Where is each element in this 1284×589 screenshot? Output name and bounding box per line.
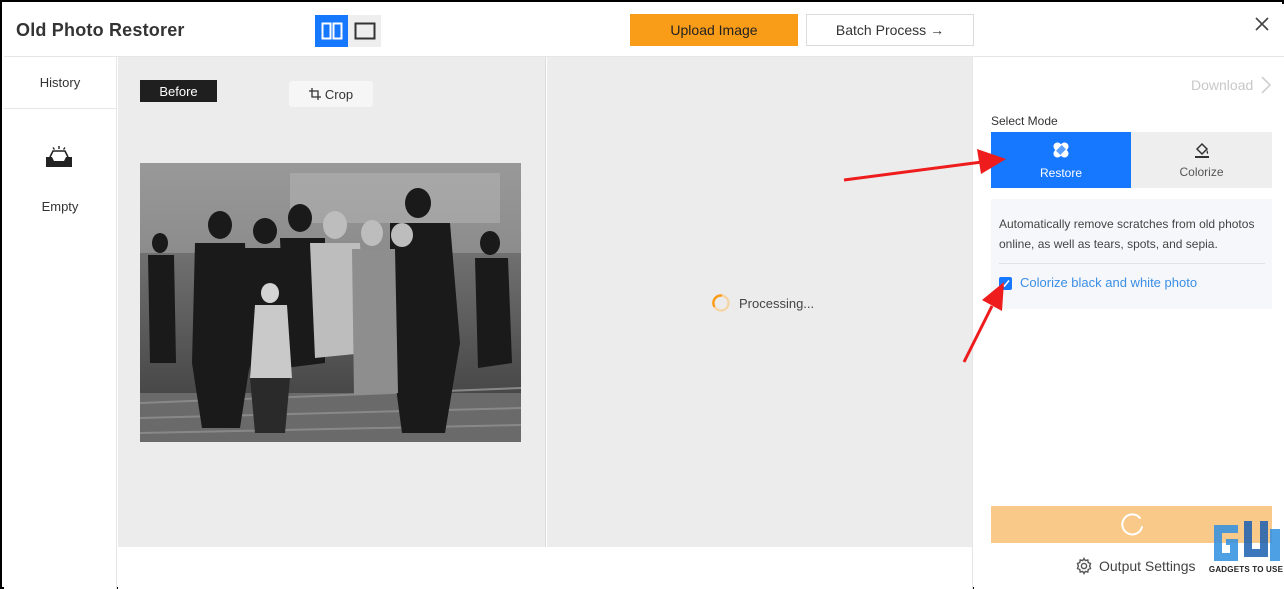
before-tag: Before — [140, 80, 217, 102]
mode-description-box: Automatically remove scratches from old … — [991, 199, 1272, 309]
photo-image — [140, 163, 521, 442]
close-button[interactable] — [1250, 12, 1274, 36]
output-settings-button[interactable]: Output Settings — [1075, 557, 1196, 575]
gear-icon — [1076, 557, 1092, 575]
split-view-icon — [321, 22, 342, 40]
divider — [999, 263, 1265, 264]
output-settings-label: Output Settings — [1099, 558, 1196, 574]
view-toggle — [315, 15, 381, 47]
app-title: Old Photo Restorer — [16, 20, 185, 40]
before-panel: Before Crop — [118, 57, 546, 547]
mode-restore-label: Restore — [1039, 166, 1083, 180]
empty-tray-icon — [46, 146, 72, 167]
mode-colorize-label: Colorize — [1179, 165, 1224, 179]
download-link[interactable]: Download — [1191, 77, 1253, 93]
history-sidebar: History Empty — [4, 57, 117, 589]
split-view-button[interactable] — [315, 15, 348, 47]
colorize-checkbox[interactable] — [999, 277, 1012, 290]
chevron-right-icon — [1261, 76, 1272, 94]
loading-spinner-icon — [712, 294, 730, 312]
close-icon — [1255, 17, 1269, 31]
checkmark-icon — [1001, 280, 1010, 288]
original-photo — [140, 163, 521, 442]
batch-process-button[interactable]: Batch Process → — [806, 14, 974, 46]
app-frame: Old Photo Restorer Upload Image Batch Pr… — [0, 0, 1284, 589]
processing-label: Processing... — [739, 295, 815, 311]
history-tab[interactable]: History — [4, 57, 116, 109]
watermark-text: GADGETS TO USE — [1208, 565, 1284, 574]
paint-bucket-icon — [1194, 142, 1209, 158]
header: Old Photo Restorer Upload Image Batch Pr… — [4, 4, 1284, 57]
mode-colorize-button[interactable]: Colorize — [1131, 132, 1272, 188]
loading-spinner-icon — [1120, 512, 1143, 535]
crop-icon — [308, 88, 321, 100]
watermark-logo: GADGETS TO USE — [1208, 519, 1284, 577]
gadgets-to-use-logo — [1214, 521, 1280, 561]
single-view-icon — [354, 22, 375, 40]
crop-label: Crop — [324, 86, 354, 102]
empty-label: Empty — [41, 199, 79, 214]
colorize-checkbox-label[interactable]: Colorize black and white photo — [1020, 275, 1197, 290]
crop-button[interactable]: Crop — [289, 81, 373, 107]
settings-panel: Download Select Mode Restore Colorize Au… — [974, 57, 1284, 589]
bottom-strip — [118, 547, 973, 589]
select-mode-label: Select Mode — [991, 114, 1058, 128]
upload-image-button[interactable]: Upload Image — [630, 14, 798, 46]
processing-indicator: Processing... — [711, 293, 814, 313]
after-panel: Processing... — [547, 57, 973, 547]
single-view-button[interactable] — [348, 15, 381, 47]
mode-description: Automatically remove scratches from old … — [999, 217, 1255, 251]
bandage-icon — [1053, 142, 1069, 158]
mode-restore-button[interactable]: Restore — [991, 132, 1131, 188]
